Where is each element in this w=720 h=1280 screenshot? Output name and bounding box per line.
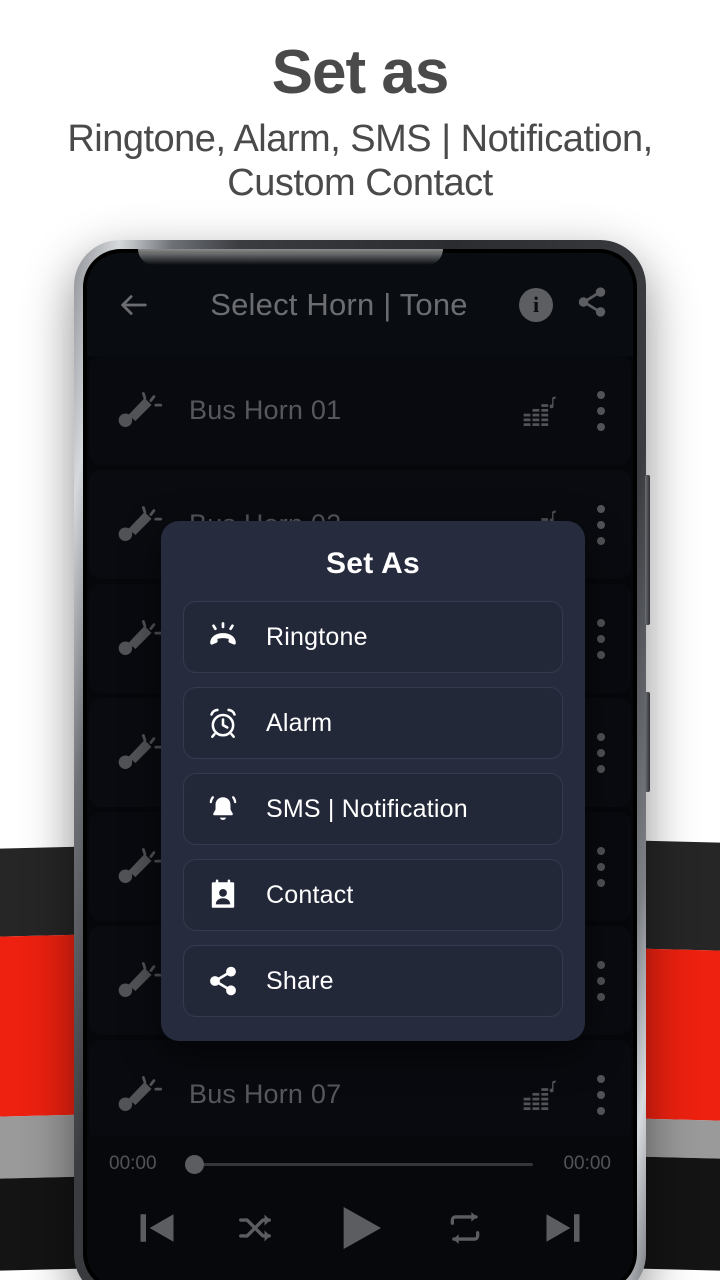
bell-icon — [206, 792, 240, 826]
set-as-option-ringtone[interactable]: Ringtone — [183, 601, 563, 673]
set-as-option-share[interactable]: Share — [183, 945, 563, 1017]
option-label: Contact — [266, 880, 354, 909]
set-as-option-sms-notification[interactable]: SMS | Notification — [183, 773, 563, 845]
promo-header: Set as Ringtone, Alarm, SMS | Notificati… — [0, 0, 720, 205]
set-as-dialog: Set As Ringtone Alarm SMS | Notification… — [161, 521, 585, 1041]
promo-screenshot: Set as Ringtone, Alarm, SMS | Notificati… — [0, 0, 720, 1280]
alarm-icon — [206, 706, 240, 740]
phone-screen: Select Horn | Tone i Bus Horn 01 Bus Hor… — [87, 253, 633, 1280]
option-label: SMS | Notification — [266, 794, 468, 823]
option-label: Alarm — [266, 708, 333, 737]
contact-icon — [206, 878, 240, 912]
volume-button[interactable] — [645, 475, 650, 625]
promo-subtitle: Ringtone, Alarm, SMS | Notification, Cus… — [67, 118, 653, 204]
share-icon — [206, 964, 240, 998]
power-button[interactable] — [645, 692, 650, 792]
option-label: Ringtone — [266, 622, 368, 651]
set-as-option-alarm[interactable]: Alarm — [183, 687, 563, 759]
phone-mockup: Select Horn | Tone i Bus Horn 01 Bus Hor… — [74, 240, 650, 1280]
ringtone-icon — [206, 620, 240, 654]
set-as-option-contact[interactable]: Contact — [183, 859, 563, 931]
dialog-title: Set As — [325, 547, 421, 580]
promo-title: Set as — [271, 38, 450, 107]
option-label: Share — [266, 966, 334, 995]
